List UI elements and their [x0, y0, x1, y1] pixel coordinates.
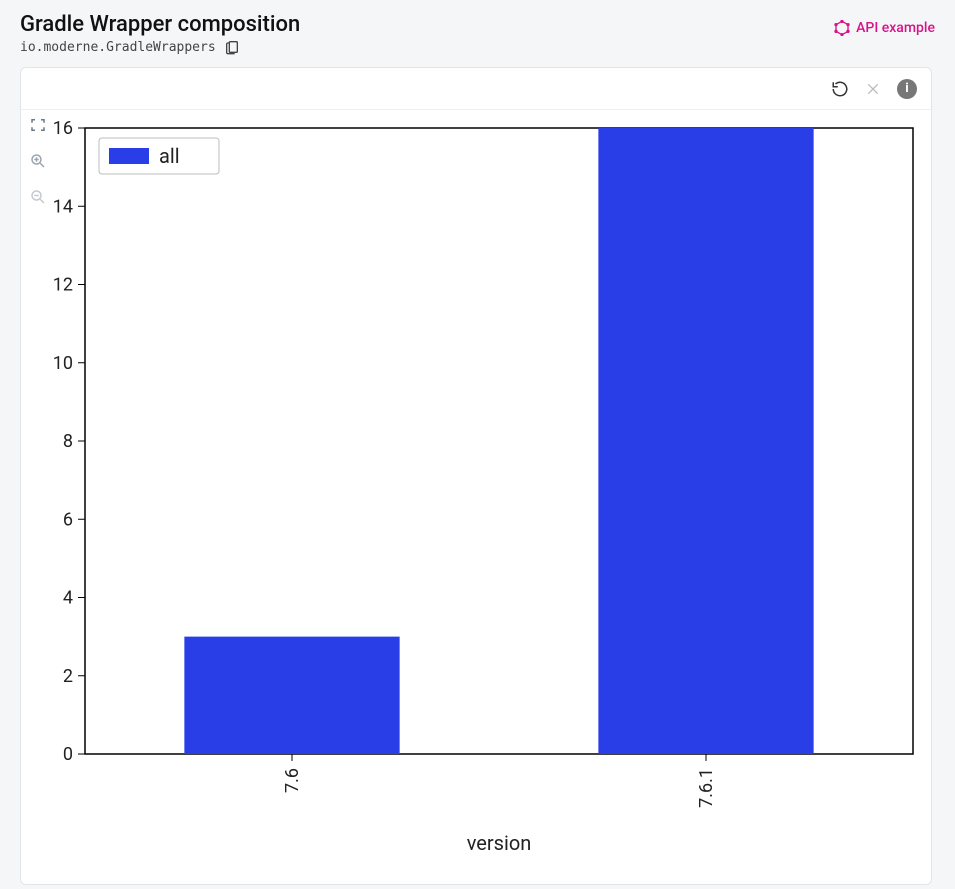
graphql-icon [834, 20, 850, 36]
clipboard-icon[interactable] [224, 39, 240, 55]
chart-container: 0 2 4 6 8 10 12 14 16 7.6 7.6.1 version all [21, 110, 931, 884]
legend-label: all [159, 144, 180, 168]
chart-card: i 02468101214167.67.6.1vers [20, 67, 932, 885]
legend-swatch [109, 148, 149, 164]
zoom-in-icon[interactable] [29, 152, 47, 170]
page-subtitle: io.moderne.GradleWrappers [20, 40, 216, 55]
header-row: Gradle Wrapper composition io.moderne.Gr… [20, 12, 935, 55]
y-tick-label: 2 [63, 666, 73, 687]
y-tick-label: 14 [53, 196, 73, 217]
bar [598, 128, 813, 754]
x-tick-label: 7.6.1 [696, 768, 717, 808]
zoom-out-icon[interactable] [29, 188, 47, 206]
y-tick-label: 6 [63, 509, 73, 530]
x-tick-label: 7.6 [282, 768, 303, 793]
y-tick-label: 4 [63, 588, 73, 609]
x-axis-label: version [467, 831, 532, 855]
api-example-link[interactable]: API example [834, 20, 935, 36]
subtitle-row: io.moderne.GradleWrappers [20, 39, 300, 55]
refresh-icon[interactable] [831, 80, 849, 98]
close-icon [865, 81, 881, 97]
page-title: Gradle Wrapper composition [20, 12, 300, 37]
y-tick-label: 0 [63, 744, 73, 765]
bar [184, 637, 399, 754]
chart-side-tools [29, 116, 47, 206]
api-example-label: API example [856, 20, 935, 36]
y-tick-label: 12 [53, 275, 73, 296]
y-tick-label: 8 [63, 431, 73, 452]
info-icon[interactable]: i [897, 79, 917, 99]
bar-chart: 0 2 4 6 8 10 12 14 16 7.6 7.6.1 version all [29, 120, 923, 876]
card-toolbar: i [21, 68, 931, 110]
title-block: Gradle Wrapper composition io.moderne.Gr… [20, 12, 300, 55]
y-tick-label: 16 [53, 120, 73, 139]
y-tick-label: 10 [53, 353, 73, 374]
fit-icon[interactable] [29, 116, 47, 134]
